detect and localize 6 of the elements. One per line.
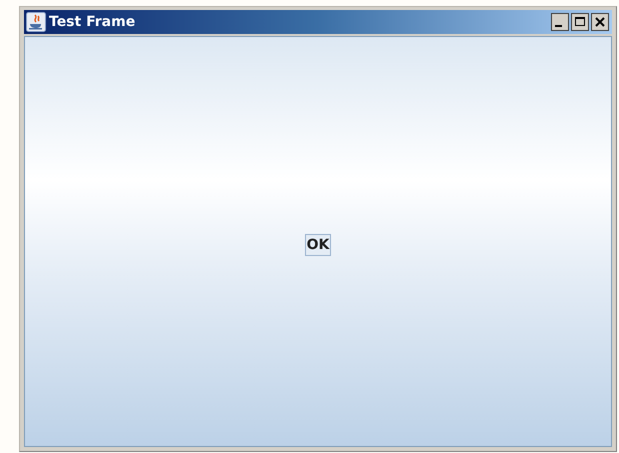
- maximize-icon[interactable]: [571, 13, 589, 31]
- close-icon[interactable]: [591, 13, 609, 31]
- ok-button[interactable]: OK: [304, 234, 332, 256]
- window-title: Test Frame: [49, 14, 136, 30]
- app-icon: [26, 12, 46, 32]
- minimize-icon[interactable]: [551, 13, 569, 31]
